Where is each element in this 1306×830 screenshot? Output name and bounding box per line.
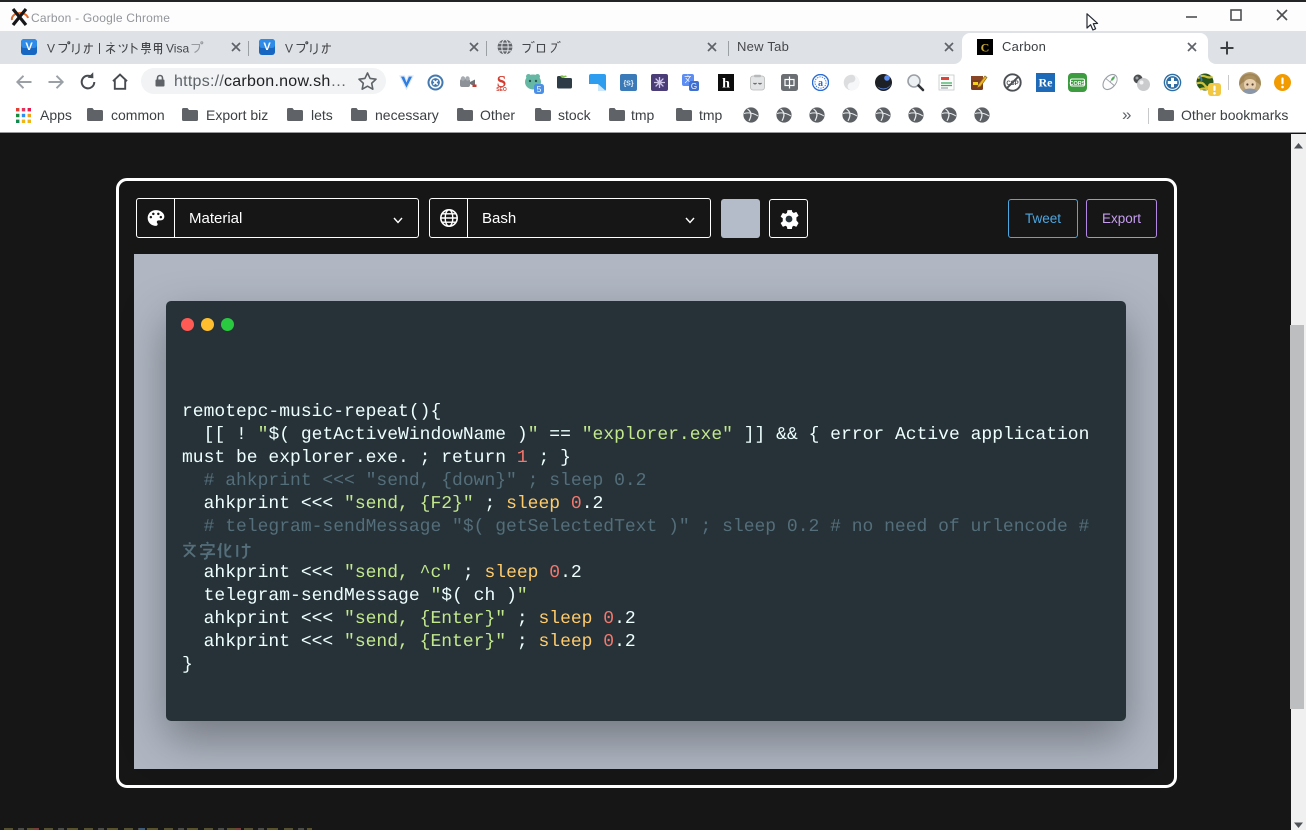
svg-text:SEO: SEO: [496, 87, 507, 92]
svg-text:a: a: [818, 78, 823, 89]
svg-text:{S}: {S}: [623, 81, 633, 88]
svg-text:G: G: [691, 82, 697, 91]
svg-text:Re: Re: [1039, 76, 1054, 90]
svg-text:V: V: [285, 42, 293, 56]
svg-text:V: V: [263, 41, 271, 53]
svg-text:Visa: Visa: [166, 42, 189, 56]
svg-text:CORS: CORS: [1070, 81, 1086, 87]
svg-text:V: V: [25, 41, 33, 53]
svg-text:h: h: [722, 77, 730, 92]
svg-text:C: C: [981, 41, 990, 55]
svg-text:V: V: [47, 42, 55, 56]
svg-text:CSP: CSP: [1006, 81, 1018, 87]
svg-text:5: 5: [537, 84, 542, 94]
